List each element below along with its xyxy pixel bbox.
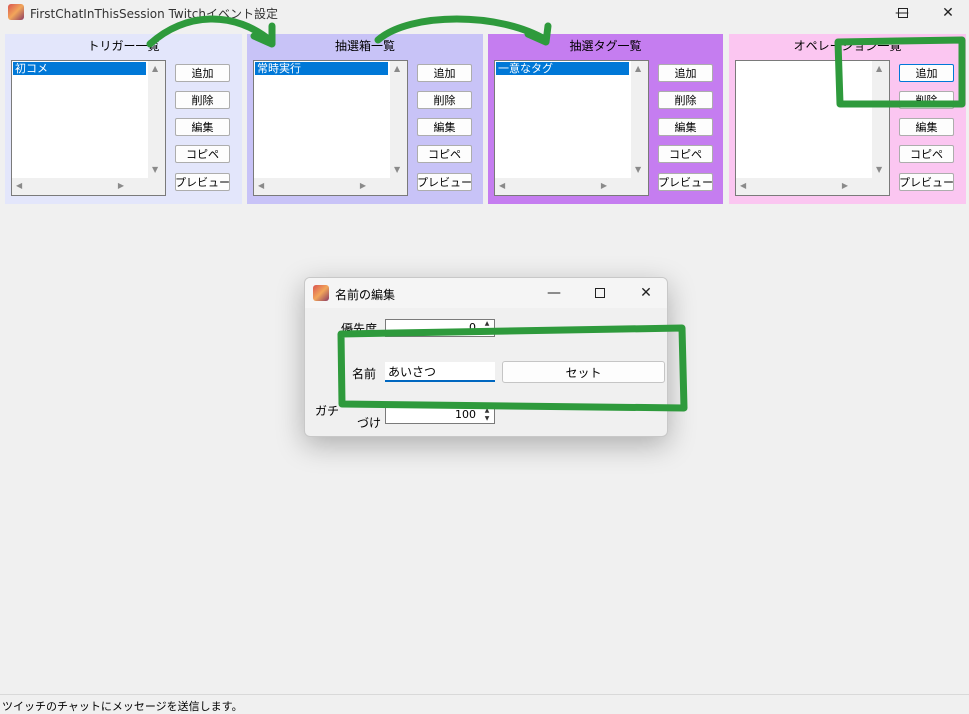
panel-lottery-boxes: 抽選箱一覧 常時実行 ▲ ▼ ◀ ▶ 追加 削除 編集 コピペ プレビュー — [247, 34, 483, 204]
close-icon[interactable]: ✕ — [623, 280, 667, 306]
panel-title: オペレーション一覧 — [793, 39, 902, 53]
window-title: FirstChatInThisSession Twitchイベント設定 — [30, 7, 278, 21]
copy-paste-button[interactable]: コピペ — [175, 145, 230, 163]
add-button[interactable]: 追加 — [417, 64, 472, 82]
delete-button[interactable]: 削除 — [658, 91, 713, 109]
scroll-down-arrow-icon[interactable]: ▼ — [876, 166, 882, 174]
edit-button[interactable]: 編集 — [175, 118, 230, 136]
list-item[interactable]: 初コメ — [13, 62, 146, 75]
horizontal-scrollbar[interactable]: ◀ ▶ — [12, 178, 148, 195]
close-icon[interactable]: ✕ — [925, 0, 969, 26]
gacha-label: ガチ — [315, 404, 340, 418]
panel-operations: オペレーション一覧 ▲ ▼ ◀ ▶ 追加 削除 編集 コピペ プレビュー — [729, 34, 966, 204]
scroll-right-arrow-icon[interactable]: ▶ — [360, 182, 366, 190]
panel-triggers: トリガー一覧 初コメ ▲ ▼ ◀ ▶ 追加 削除 編集 コピペ プレビュー — [5, 34, 242, 204]
vertical-scrollbar[interactable]: ▲ ▼ — [390, 61, 407, 178]
priority-stepper[interactable]: 0 ▲ ▼ — [385, 319, 495, 337]
delete-button[interactable]: 削除 — [899, 91, 954, 109]
lottery-boxes-listbox[interactable]: 常時実行 ▲ ▼ ◀ ▶ — [253, 60, 408, 196]
scroll-right-arrow-icon[interactable]: ▶ — [601, 182, 607, 190]
dialog-titlebar: 名前の編集 — ✕ — [305, 278, 667, 308]
stepper-arrows-icon[interactable]: ▲ ▼ — [480, 320, 494, 336]
list-item[interactable]: 常時実行 — [255, 62, 388, 75]
priority-value: 0 — [469, 321, 476, 334]
add-button[interactable]: 追加 — [899, 64, 954, 82]
triggers-listbox[interactable]: 初コメ ▲ ▼ ◀ ▶ — [11, 60, 166, 196]
dialog-title: 名前の編集 — [335, 288, 396, 302]
horizontal-scrollbar[interactable]: ◀ ▶ — [736, 178, 872, 195]
preview-button[interactable]: プレビュー — [899, 173, 954, 191]
horizontal-scrollbar[interactable]: ◀ ▶ — [495, 178, 631, 195]
edit-button[interactable]: 編集 — [658, 118, 713, 136]
delete-button[interactable]: 削除 — [417, 91, 472, 109]
panel-title: トリガー一覧 — [87, 39, 160, 53]
panel-title: 抽選箱一覧 — [334, 39, 395, 53]
add-button[interactable]: 追加 — [175, 64, 230, 82]
scroll-down-arrow-icon[interactable]: ▼ — [635, 166, 641, 174]
status-text: ツイッチのチャットにメッセージを送信します。 — [2, 700, 243, 713]
vertical-scrollbar[interactable]: ▲ ▼ — [148, 61, 165, 178]
operations-listbox[interactable]: ▲ ▼ ◀ ▶ — [735, 60, 890, 196]
app-icon — [8, 4, 24, 20]
panel-lottery-tags: 抽選タグ一覧 一意なタグ ▲ ▼ ◀ ▶ 追加 削除 編集 コピペ プレビュー — [488, 34, 723, 204]
preview-button[interactable]: プレビュー — [175, 173, 230, 191]
scroll-up-arrow-icon[interactable]: ▲ — [394, 65, 400, 73]
horizontal-scrollbar[interactable]: ◀ ▶ — [254, 178, 390, 195]
vertical-scrollbar[interactable]: ▲ ▼ — [631, 61, 648, 178]
panel-title: 抽選タグ一覧 — [569, 39, 642, 53]
preview-button[interactable]: プレビュー — [658, 173, 713, 191]
scroll-up-arrow-icon[interactable]: ▲ — [635, 65, 641, 73]
maximize-icon[interactable] — [577, 280, 623, 306]
scrollbar-corner — [631, 178, 648, 195]
gacha-weight-stepper[interactable]: 100 ▲ ▼ — [385, 406, 495, 424]
preview-button[interactable]: プレビュー — [417, 173, 472, 191]
list-item[interactable]: 一意なタグ — [496, 62, 629, 75]
copy-paste-button[interactable]: コピペ — [658, 145, 713, 163]
copy-paste-button[interactable]: コピペ — [899, 145, 954, 163]
stepper-arrows-icon[interactable]: ▲ ▼ — [480, 407, 494, 423]
priority-label: 優先度 — [341, 322, 378, 336]
edit-button[interactable]: 編集 — [899, 118, 954, 136]
set-button[interactable]: セット — [502, 361, 665, 383]
gacha-label-continued: づけ — [357, 416, 382, 430]
scroll-down-arrow-icon[interactable]: ▼ — [394, 166, 400, 174]
name-label: 名前 — [352, 367, 377, 381]
vertical-scrollbar[interactable]: ▲ ▼ — [872, 61, 889, 178]
scroll-left-arrow-icon[interactable]: ◀ — [740, 182, 746, 190]
scroll-right-arrow-icon[interactable]: ▶ — [118, 182, 124, 190]
maximize-icon[interactable] — [880, 0, 926, 26]
scroll-up-arrow-icon[interactable]: ▲ — [876, 65, 882, 73]
lottery-tags-listbox[interactable]: 一意なタグ ▲ ▼ ◀ ▶ — [494, 60, 649, 196]
delete-button[interactable]: 削除 — [175, 91, 230, 109]
scrollbar-corner — [148, 178, 165, 195]
gacha-weight-value: 100 — [455, 408, 476, 421]
scroll-left-arrow-icon[interactable]: ◀ — [258, 182, 264, 190]
copy-paste-button[interactable]: コピペ — [417, 145, 472, 163]
scroll-left-arrow-icon[interactable]: ◀ — [16, 182, 22, 190]
scroll-left-arrow-icon[interactable]: ◀ — [499, 182, 505, 190]
status-bar: ツイッチのチャットにメッセージを送信します。 — [0, 694, 969, 714]
name-input[interactable] — [385, 362, 495, 382]
add-button[interactable]: 追加 — [658, 64, 713, 82]
window-titlebar: FirstChatInThisSession Twitchイベント設定 — ✕ — [0, 0, 969, 26]
scroll-up-arrow-icon[interactable]: ▲ — [152, 65, 158, 73]
scroll-down-arrow-icon[interactable]: ▼ — [152, 166, 158, 174]
scroll-right-arrow-icon[interactable]: ▶ — [842, 182, 848, 190]
name-edit-dialog: 名前の編集 — ✕ 優先度 0 ▲▼ 名前 セット ガチ づけ 100 ▲▼ — [304, 277, 668, 437]
edit-button[interactable]: 編集 — [417, 118, 472, 136]
minimize-icon[interactable]: — — [531, 280, 577, 306]
app-icon — [313, 285, 329, 301]
scrollbar-corner — [390, 178, 407, 195]
scrollbar-corner — [872, 178, 889, 195]
